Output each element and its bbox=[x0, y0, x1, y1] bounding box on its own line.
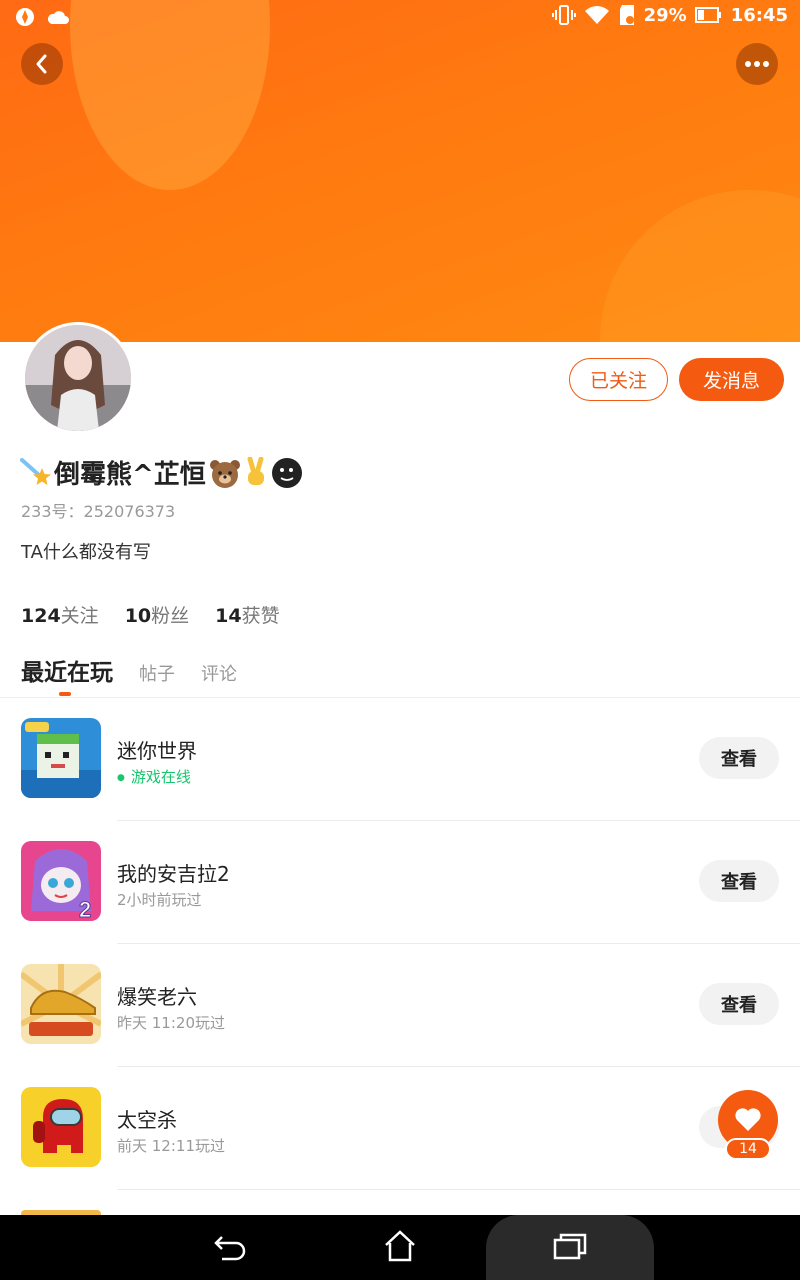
battery-percent: 29% bbox=[643, 4, 687, 26]
stat-label: 粉丝 bbox=[151, 605, 190, 627]
bio: TA什么都没有写 bbox=[21, 542, 151, 563]
game-last-played: 前天 12:11玩过 bbox=[117, 1137, 225, 1155]
following-button[interactable]: 已关注 bbox=[569, 358, 668, 401]
system-navigation-bar bbox=[0, 1215, 800, 1280]
heart-icon bbox=[735, 1108, 761, 1131]
tab-comments[interactable]: 评论 bbox=[201, 660, 237, 686]
system-recents-icon[interactable] bbox=[552, 1231, 588, 1263]
banner-decoration bbox=[600, 190, 800, 342]
game-title: 太空杀 bbox=[117, 1108, 177, 1132]
dark-face-icon bbox=[271, 457, 302, 488]
list-item[interactable]: 迷你世界 游戏在线 查看 bbox=[0, 698, 800, 821]
list-item[interactable]: 2 我的安吉拉2 2小时前玩过 查看 bbox=[0, 821, 800, 944]
golden-shoe-icon bbox=[21, 964, 101, 1044]
stat-number: 14 bbox=[215, 605, 242, 627]
game-title: 爆笑老六 bbox=[117, 985, 197, 1009]
sdcard-icon bbox=[619, 5, 634, 25]
stat-fans[interactable]: 10粉丝 bbox=[125, 601, 189, 628]
game-last-played: 2小时前玩过 bbox=[117, 891, 202, 909]
wifi-icon bbox=[584, 6, 609, 24]
battery-icon bbox=[694, 7, 721, 23]
system-back-icon[interactable] bbox=[212, 1231, 248, 1263]
profile-tabs: 最近在玩 帖子 评论 bbox=[21, 653, 263, 687]
tab-posts[interactable]: 帖子 bbox=[139, 660, 175, 686]
nickname-row: 倒霉熊^芷恒 bbox=[20, 454, 304, 491]
list-item[interactable]: 太空杀 前天 12:11玩过 查看 bbox=[0, 1067, 800, 1190]
stat-likes[interactable]: 14获赞 bbox=[215, 601, 279, 628]
avatar[interactable] bbox=[22, 322, 134, 434]
clock: 16:45 bbox=[730, 4, 788, 26]
profile-header-banner: 29% 16:45 bbox=[0, 0, 800, 342]
game-status: 游戏在线 bbox=[117, 766, 191, 787]
send-message-button[interactable]: 发消息 bbox=[679, 358, 784, 401]
tab-recently-played[interactable]: 最近在玩 bbox=[21, 653, 113, 687]
game-last-played: 昨天 11:20玩过 bbox=[117, 1014, 225, 1032]
app-notification-icon bbox=[16, 8, 34, 26]
angela-icon: 2 bbox=[21, 841, 101, 921]
stat-number: 10 bbox=[124, 605, 152, 627]
bear-emoji-icon bbox=[209, 459, 240, 488]
list-item[interactable]: 爆笑老六 昨天 11:20玩过 查看 bbox=[0, 944, 800, 1067]
mini-world-icon bbox=[21, 718, 101, 798]
more-options-button[interactable] bbox=[736, 43, 778, 85]
vibrate-icon bbox=[551, 5, 576, 25]
avatar-image bbox=[25, 325, 131, 431]
cloud-icon bbox=[47, 11, 69, 24]
victory-hand-icon bbox=[247, 456, 264, 485]
game-title: 我的安吉拉2 bbox=[117, 862, 230, 886]
view-button[interactable]: 查看 bbox=[699, 737, 779, 779]
game-title: 迷你世界 bbox=[117, 739, 197, 763]
svg-text:2: 2 bbox=[79, 897, 91, 921]
active-tab-indicator bbox=[59, 692, 71, 696]
chevron-left-icon bbox=[36, 54, 47, 74]
nickname: 倒霉熊^芷恒 bbox=[54, 460, 206, 490]
stat-label: 获赞 bbox=[241, 605, 280, 627]
stat-following[interactable]: 124关注 bbox=[21, 601, 99, 628]
more-dots-icon bbox=[745, 61, 769, 67]
status-bar: 29% 16:45 bbox=[0, 0, 800, 34]
profile-stats: 124关注 10粉丝 14获赞 bbox=[21, 601, 280, 628]
shooting-star-icon bbox=[20, 457, 51, 485]
user-id: 233号：252076373 bbox=[21, 502, 176, 521]
system-home-icon[interactable] bbox=[382, 1229, 418, 1263]
view-button[interactable]: 查看 bbox=[699, 983, 779, 1025]
view-button[interactable]: 查看 bbox=[699, 860, 779, 902]
like-count-badge: 14 bbox=[725, 1138, 771, 1160]
stat-number: 124 bbox=[21, 605, 61, 627]
row-divider bbox=[117, 1189, 800, 1190]
back-button[interactable] bbox=[21, 43, 63, 85]
crewmate-icon bbox=[21, 1087, 101, 1167]
stat-label: 关注 bbox=[60, 605, 99, 627]
